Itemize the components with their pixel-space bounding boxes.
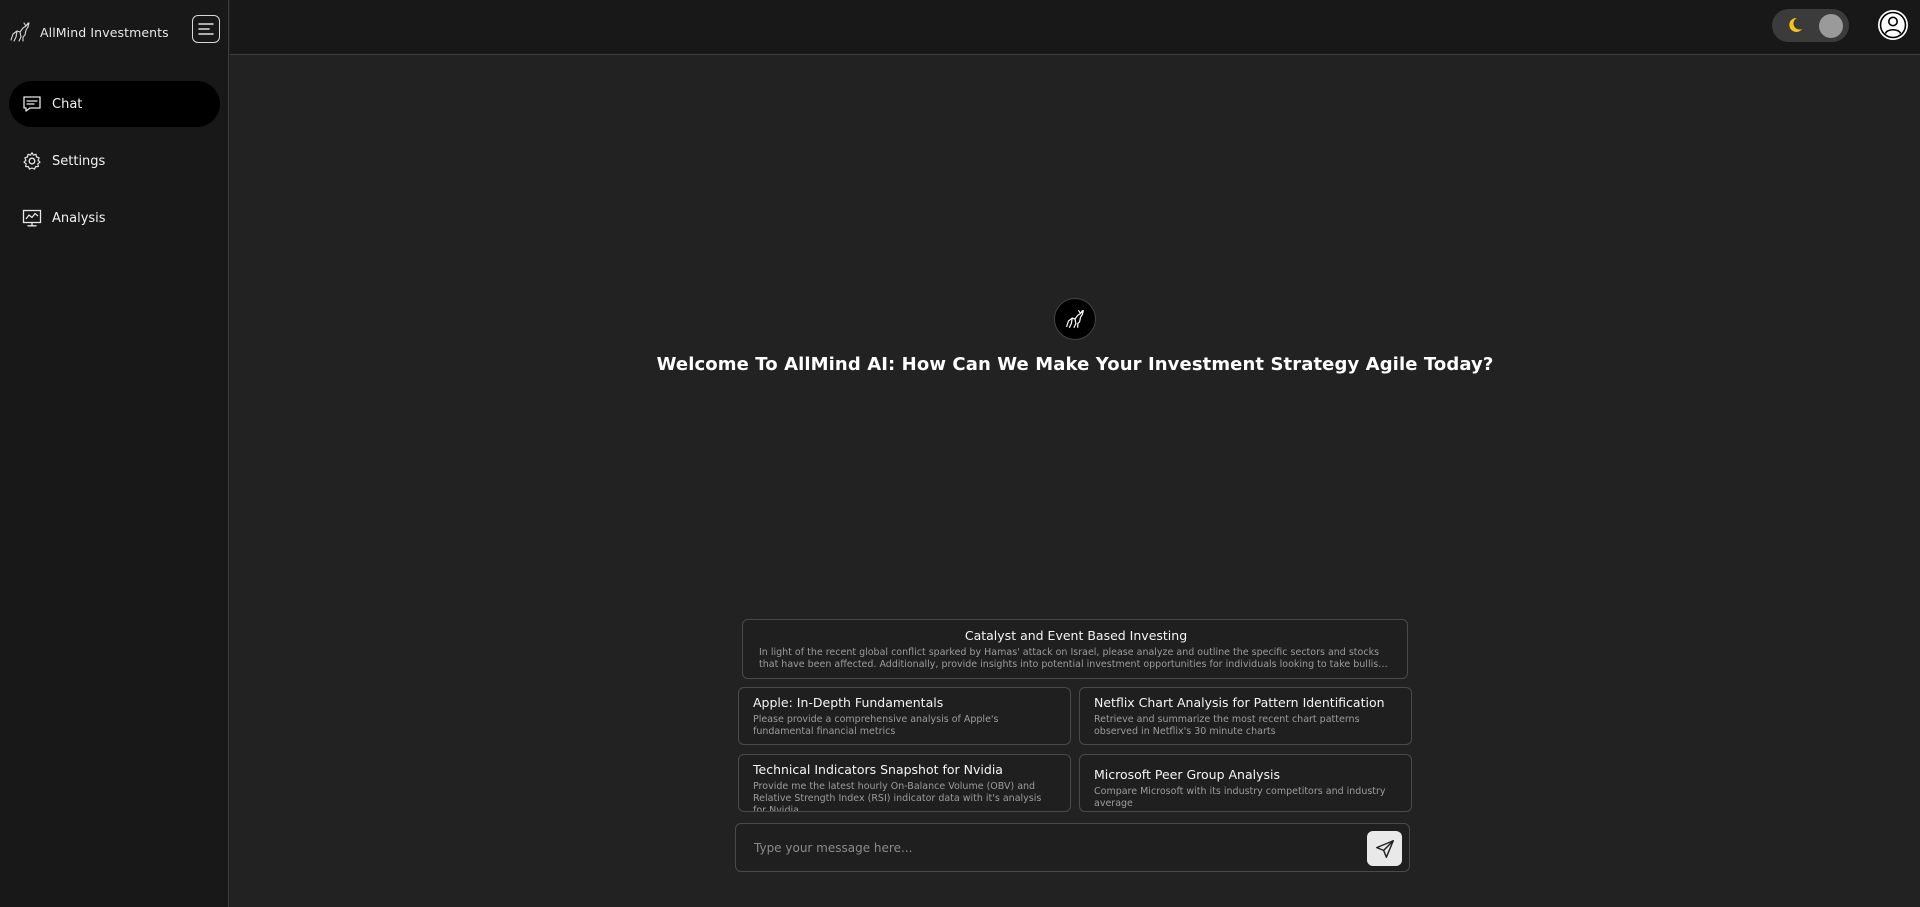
suggestion-description: Retrieve and summarize the most recent c… [1094, 714, 1360, 737]
bull-logo-icon [10, 22, 30, 42]
sidebar-item-settings[interactable]: Settings [9, 138, 220, 184]
gear-icon [22, 151, 42, 171]
hero-logo [1054, 298, 1096, 340]
suggestion-description: Please provide a comprehensive analysis … [753, 714, 999, 737]
chat-main: Welcome To AllMind AI: How Can We Make Y… [230, 56, 1920, 907]
send-icon [1375, 839, 1394, 858]
top-header [230, 0, 1920, 55]
send-button[interactable] [1367, 831, 1402, 866]
user-avatar-button[interactable] [1878, 10, 1908, 40]
chat-icon [22, 94, 42, 114]
sidebar-item-label: Chat [52, 96, 83, 112]
sidebar-nav: Chat Settings Analysis [9, 81, 220, 252]
suggestion-title: Technical Indicators Snapshot for Nvidia [753, 762, 1003, 777]
suggestion-card-microsoft[interactable]: Microsoft Peer Group Analysis Compare Mi… [1079, 754, 1412, 812]
suggestion-title: Netflix Chart Analysis for Pattern Ident… [1094, 695, 1385, 710]
brand-name: AllMind Investments [40, 24, 169, 40]
sidebar-item-label: Settings [52, 153, 106, 169]
sidebar-item-analysis[interactable]: Analysis [9, 195, 220, 241]
brand[interactable]: AllMind Investments [8, 18, 169, 46]
sidebar-toggle-button[interactable] [192, 15, 220, 43]
suggestion-description: In light of the recent global conflict s… [759, 647, 1385, 670]
suggestion-card-catalyst[interactable]: Catalyst and Event Based Investing In li… [742, 619, 1408, 679]
suggestion-card-nvidia[interactable]: Technical Indicators Snapshot for Nvidia… [738, 754, 1071, 812]
menu-icon [198, 23, 214, 35]
suggestion-title: Apple: In-Depth Fundamentals [753, 695, 944, 710]
bull-logo-icon [1066, 310, 1084, 328]
user-icon [1879, 11, 1907, 39]
suggestion-card-netflix[interactable]: Netflix Chart Analysis for Pattern Ident… [1079, 687, 1412, 745]
toggle-knob [1819, 14, 1843, 38]
message-composer [735, 823, 1410, 872]
suggestion-title: Microsoft Peer Group Analysis [1094, 767, 1280, 782]
suggestion-description: Compare Microsoft with its industry comp… [1094, 786, 1386, 809]
app-root: AllMind Investments Chat Settings Analys… [0, 0, 1920, 907]
suggestion-card-apple[interactable]: Apple: In-Depth Fundamentals Please prov… [738, 687, 1071, 745]
suggestion-title: Catalyst and Event Based Investing [964, 628, 1188, 643]
analysis-chart-icon [22, 208, 42, 228]
welcome-heading: Welcome To AllMind AI: How Can We Make Y… [656, 354, 1494, 375]
message-input[interactable] [754, 834, 1334, 862]
moon-icon [1789, 17, 1802, 32]
theme-toggle[interactable] [1772, 9, 1849, 42]
sidebar-item-label: Analysis [52, 210, 106, 226]
sidebar: AllMind Investments Chat Settings Analys… [0, 0, 229, 907]
sidebar-item-chat[interactable]: Chat [9, 81, 220, 127]
suggestion-description: Provide me the latest hourly On-Balance … [753, 781, 1042, 812]
